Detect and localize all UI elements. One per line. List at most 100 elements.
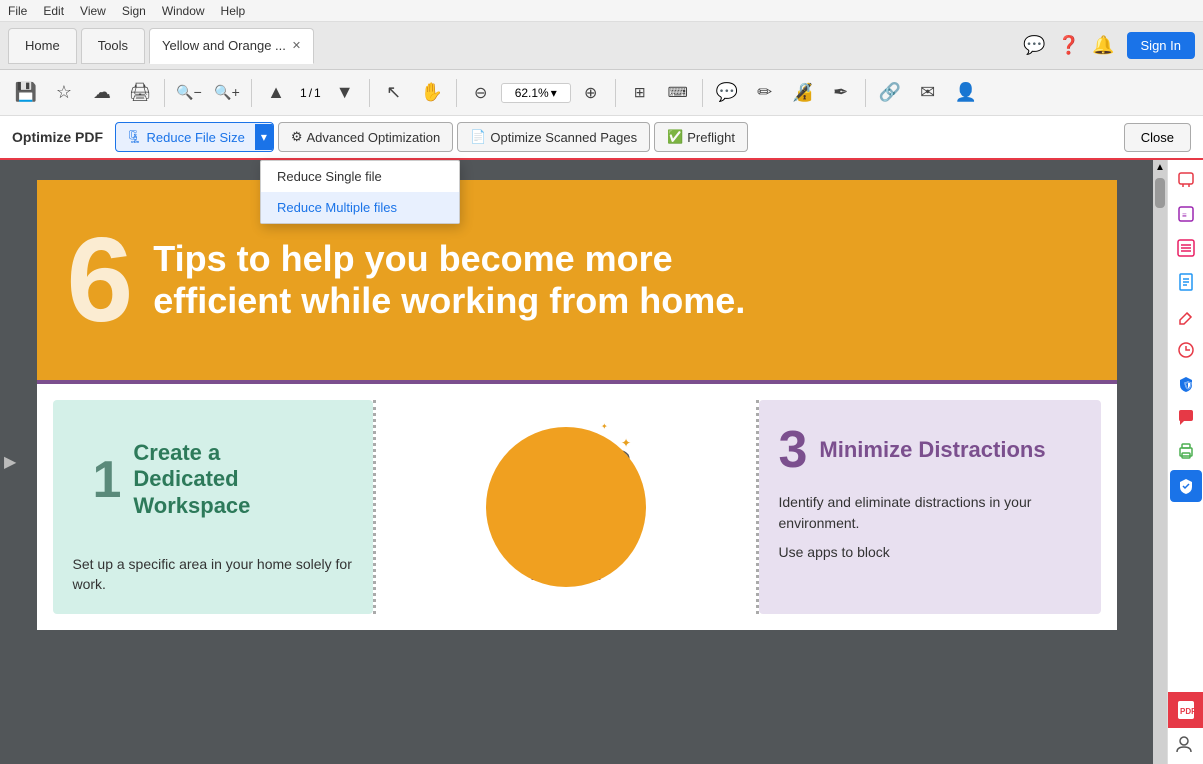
redact-button[interactable]: ✒: [823, 74, 859, 112]
sidebar-share-icon[interactable]: [1170, 164, 1202, 196]
hand-tool[interactable]: ✋: [414, 74, 450, 112]
svg-text:PDF: PDF: [1180, 707, 1196, 716]
prev-page-button[interactable]: ▲: [258, 74, 294, 112]
optimize-bar: Optimize PDF 🗜 Reduce File Size ▾ Reduce…: [0, 116, 1203, 160]
sidebar-measure-icon[interactable]: [1170, 334, 1202, 366]
separator-1: [164, 79, 165, 107]
illus-circle: [486, 427, 646, 587]
print-button[interactable]: 🖨: [122, 74, 158, 112]
preflight-button[interactable]: ✅ Preflight: [654, 122, 748, 152]
hero-text: Tips to help you become more efficient w…: [153, 238, 745, 322]
card1-number: 1: [93, 454, 122, 506]
optimize-title: Optimize PDF: [12, 129, 103, 145]
zoom-in-btn2[interactable]: ⊕: [573, 74, 609, 112]
page-indicator: 1 / 1: [296, 86, 325, 100]
save-button[interactable]: 💾: [8, 74, 44, 112]
card3-desc2: Use apps to block: [779, 542, 1081, 563]
scan-icon: 📄: [470, 129, 486, 145]
sidebar-pdf-button[interactable]: PDF: [1168, 692, 1203, 728]
tab-tools[interactable]: Tools: [81, 28, 145, 64]
sidebar-list-icon[interactable]: [1170, 232, 1202, 264]
svg-text:≡: ≡: [1182, 211, 1187, 220]
sidebar-user-profile-icon[interactable]: [1168, 728, 1200, 760]
link-button[interactable]: 🔗: [872, 74, 908, 112]
next-page-button[interactable]: ▼: [327, 74, 363, 112]
mail-button[interactable]: ✉: [910, 74, 946, 112]
menu-view[interactable]: View: [80, 4, 106, 18]
select-tool[interactable]: ↖: [376, 74, 412, 112]
pdf-page: 6 Tips to help you become more efficient…: [37, 180, 1117, 630]
close-button[interactable]: Close: [1124, 123, 1191, 152]
reduce-file-size-button[interactable]: 🗜 Reduce File Size: [116, 123, 255, 151]
scroll-up[interactable]: ▲: [1155, 160, 1165, 174]
tab-active-document[interactable]: Yellow and Orange ... ✕: [149, 28, 314, 64]
menu-edit[interactable]: Edit: [43, 4, 64, 18]
hero-banner: 6 Tips to help you become more efficient…: [37, 180, 1117, 380]
menu-bar: File Edit View Sign Window Help: [0, 0, 1203, 22]
sidebar-security-icon[interactable]: 🛡: [1170, 368, 1202, 400]
scrollbar[interactable]: ▲: [1153, 160, 1167, 764]
menu-window[interactable]: Window: [162, 4, 205, 18]
card1-title-line2: Dedicated: [133, 466, 250, 492]
menu-file[interactable]: File: [8, 4, 27, 18]
sidebar-chat-icon[interactable]: [1170, 402, 1202, 434]
card3-title: Minimize Distractions: [819, 437, 1045, 463]
main-area: 6 Tips to help you become more efficient…: [0, 160, 1203, 764]
user-button[interactable]: 👤: [948, 74, 984, 112]
reduce-multiple-files-option[interactable]: Reduce Multiple files: [261, 192, 459, 223]
help-icon[interactable]: ❓: [1058, 35, 1080, 56]
card1-title-line1: Create a: [133, 440, 250, 466]
separator-5: [615, 79, 616, 107]
sidebar-shield-icon[interactable]: [1170, 470, 1202, 502]
reduce-file-size-dropdown-arrow[interactable]: ▾: [255, 124, 273, 150]
tab-bar: Home Tools Yellow and Orange ... ✕ 💬 ❓ 🔔…: [0, 22, 1203, 70]
pdf-viewer[interactable]: 6 Tips to help you become more efficient…: [0, 160, 1153, 764]
menu-help[interactable]: Help: [221, 4, 246, 18]
tab-home[interactable]: Home: [8, 28, 77, 64]
fit-page-button[interactable]: ⊞: [622, 74, 658, 112]
zoom-level[interactable]: 62.1% ▾: [501, 83, 571, 103]
separator-6: [702, 79, 703, 107]
scroll-thumb[interactable]: [1155, 178, 1165, 208]
right-sidebar: ≡ 🛡 PDF: [1167, 160, 1203, 764]
sign-in-button[interactable]: Sign In: [1127, 32, 1195, 59]
sidebar-document-icon[interactable]: [1170, 266, 1202, 298]
notification-icon[interactable]: 🔔: [1092, 35, 1114, 56]
toolbar: 💾 ☆ ☁ 🖨 🔍− 🔍+ ▲ 1 / 1 ▼ ↖ ✋ ⊖ 62.1% ▾ ⊕ …: [0, 70, 1203, 116]
tab-document-label: Yellow and Orange ...: [162, 38, 286, 53]
sidebar-pdf-icon-area: PDF: [1168, 692, 1203, 760]
menu-sign[interactable]: Sign: [122, 4, 146, 18]
draw-button[interactable]: ✏: [747, 74, 783, 112]
separator-7: [865, 79, 866, 107]
marquee-tool[interactable]: ⌨: [660, 74, 696, 112]
advanced-optimization-button[interactable]: ⚙ Advanced Optimization: [278, 122, 453, 152]
tab-close-button[interactable]: ✕: [292, 39, 301, 52]
reduce-single-file-option[interactable]: Reduce Single file: [261, 161, 459, 192]
card3-number: 3: [779, 420, 808, 480]
bookmark-button[interactable]: ☆: [46, 74, 82, 112]
sidebar-edit-icon[interactable]: [1170, 300, 1202, 332]
card3-desc1: Identify and eliminate distractions in y…: [779, 492, 1081, 534]
upload-button[interactable]: ☁: [84, 74, 120, 112]
optimize-scanned-button[interactable]: 📄 Optimize Scanned Pages: [457, 122, 650, 152]
sidebar-print-icon[interactable]: [1170, 436, 1202, 468]
comment-icon[interactable]: 💬: [1023, 35, 1045, 56]
separator-2: [251, 79, 252, 107]
tab-bar-right: 💬 ❓ 🔔 Sign In: [1023, 32, 1195, 59]
advanced-opt-icon: ⚙: [291, 129, 303, 145]
card-distractions: 3 Minimize Distractions Identify and eli…: [759, 400, 1101, 614]
zoom-out-btn2[interactable]: ⊖: [463, 74, 499, 112]
illustration-figure: ✦ ✦: [466, 407, 666, 607]
page-edge-left[interactable]: ▶: [4, 452, 16, 472]
sidebar-export-icon[interactable]: ≡: [1170, 198, 1202, 230]
stamp-button[interactable]: 🔏: [785, 74, 821, 112]
hero-number: 6: [67, 220, 134, 340]
reduce-file-size-icon: 🗜: [126, 129, 143, 145]
zoom-out-button[interactable]: 🔍−: [171, 74, 207, 112]
svg-text:✦: ✦: [621, 436, 631, 450]
zoom-in-button[interactable]: 🔍+: [209, 74, 245, 112]
svg-text:🛡: 🛡: [1183, 381, 1193, 390]
separator-4: [456, 79, 457, 107]
content-section: 1 Create a Dedicated Workspace Set up a …: [37, 384, 1117, 630]
comment-add-button[interactable]: 💬: [709, 74, 745, 112]
